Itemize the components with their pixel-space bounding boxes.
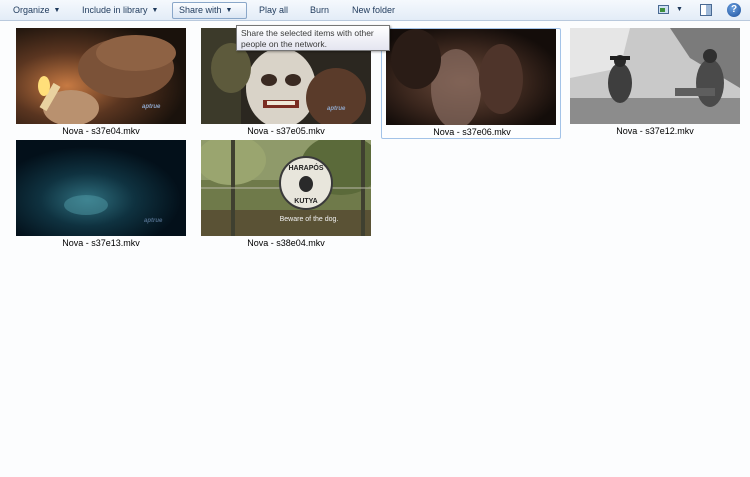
chevron-down-icon: ▼ — [53, 7, 61, 14]
file-name: Nova - s37e12.mkv — [616, 126, 694, 136]
help-icon[interactable]: ? — [727, 3, 741, 17]
file-item-selected[interactable]: Nova - s37e06.mkv — [381, 28, 561, 139]
chevron-down-icon: ▼ — [225, 7, 233, 14]
file-item[interactable]: aptrue Nova - s37e13.mkv — [11, 140, 191, 251]
video-thumbnail: aptrue — [16, 28, 186, 124]
file-name: Nova - s37e04.mkv — [62, 126, 140, 136]
share-with-button[interactable]: Share with ▼ — [172, 2, 247, 19]
view-options-chevron-icon[interactable]: ▼ — [676, 3, 683, 17]
video-thumbnail: aptrue — [16, 140, 186, 236]
file-item[interactable]: HARAPÓS KUTYA Beware of the dog. Nova - … — [196, 140, 376, 251]
watermark-text: aptrue — [327, 106, 346, 112]
command-bar: Organize ▼ Include in library ▼ Share with… — [0, 0, 750, 21]
sign-text-top: HARAPÓS — [288, 163, 323, 172]
burn-button[interactable]: Burn — [304, 2, 335, 19]
preview-pane-icon[interactable] — [699, 3, 713, 17]
file-name: Nova - s37e06.mkv — [433, 127, 511, 137]
burn-label: Burn — [310, 5, 330, 15]
new-folder-label: New folder — [352, 5, 396, 15]
file-name: Nova - s37e13.mkv — [62, 238, 140, 248]
file-item[interactable]: aptrue Nova - s37e04.mkv — [11, 28, 191, 139]
play-all-label: Play all — [259, 5, 289, 15]
share-with-tooltip: Share the selected items with other peop… — [236, 25, 390, 51]
file-name: Nova - s37e05.mkv — [247, 126, 325, 136]
video-thumbnail — [386, 29, 556, 125]
video-thumbnail — [570, 28, 740, 124]
change-view-icon[interactable] — [657, 3, 671, 17]
include-in-library-label: Include in library — [82, 5, 148, 15]
include-in-library-button[interactable]: Include in library ▼ — [76, 2, 164, 19]
subtitle-text: Beware of the dog. — [280, 216, 339, 223]
watermark-text: aptrue — [144, 218, 163, 224]
watermark-text: aptrue — [142, 104, 161, 110]
new-folder-button[interactable]: New folder — [346, 2, 401, 19]
tooltip-text: Share the selected items with other peop… — [241, 28, 374, 49]
chevron-down-icon: ▼ — [151, 7, 159, 14]
organize-button[interactable]: Organize ▼ — [7, 2, 66, 19]
share-with-label: Share with — [179, 5, 222, 15]
video-thumbnail: HARAPÓS KUTYA Beware of the dog. — [201, 140, 371, 236]
sign-text-bottom: KUTYA — [294, 198, 317, 205]
file-name: Nova - s38e04.mkv — [247, 238, 325, 248]
file-item[interactable]: Nova - s37e12.mkv — [565, 28, 745, 139]
play-all-button[interactable]: Play all — [253, 2, 294, 19]
organize-label: Organize — [13, 5, 50, 15]
